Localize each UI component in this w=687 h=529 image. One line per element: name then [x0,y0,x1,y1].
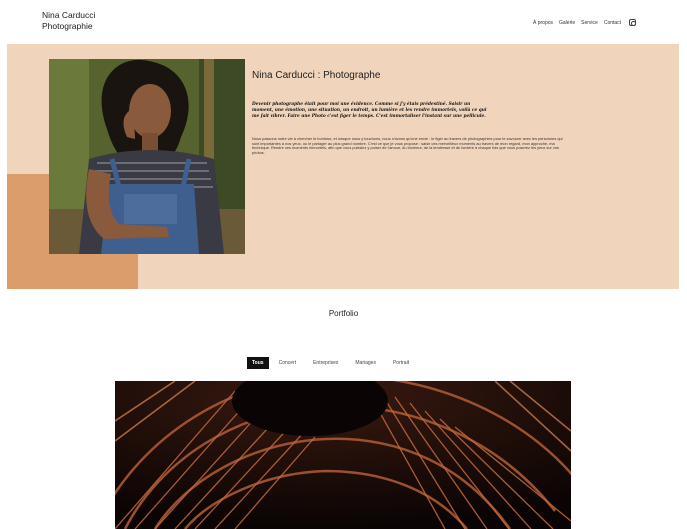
site-header: Nina Carducci Photographie À propos Gale… [0,0,687,44]
gallery-image-concert[interactable] [115,381,571,529]
filter-tab-portrait[interactable]: Portrait [386,357,416,369]
filter-tab-entreprises[interactable]: Entreprises [306,357,345,369]
filter-tab-all[interactable]: Tous [247,357,269,369]
filter-tab-mariages[interactable]: Mariages [348,357,383,369]
hero-description: Nous passons notre vie à chercher le bon… [252,136,563,155]
nav-link-gallery[interactable]: Galerie [559,20,575,26]
portfolio-title: Portfolio [328,309,359,318]
nav-link-contact[interactable]: Contact [604,20,621,26]
hero-quote: Devenir photographe était pour moi une é… [252,102,487,119]
nav-link-service[interactable]: Service [581,20,598,26]
instagram-icon[interactable] [629,19,637,26]
brand-logo[interactable]: Nina Carducci Photographie [42,10,132,31]
nav-link-about[interactable]: À propos [533,20,553,26]
main-nav: À propos Galerie Service Contact [533,19,637,26]
filter-tab-concert[interactable]: Concert [272,357,304,369]
gallery-filter-tabs: Tous Concert Entreprises Mariages Portra… [247,357,419,369]
hero-title: Nina Carducci : Photographe [252,70,381,81]
portrait-photo [49,59,245,254]
